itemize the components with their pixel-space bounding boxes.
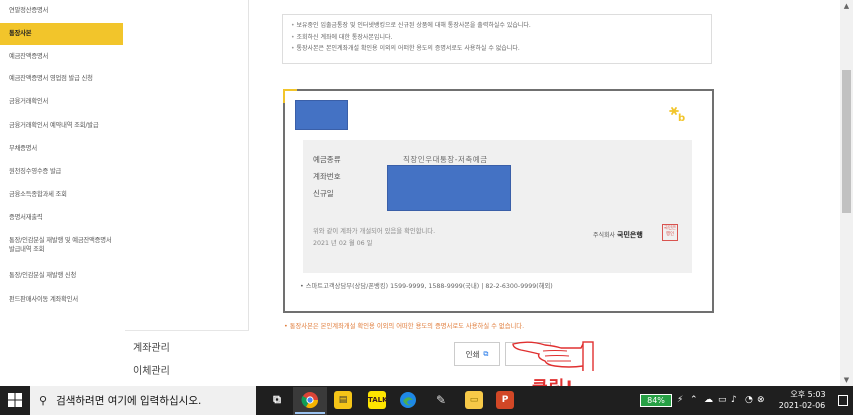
sidebar-divider [125, 330, 249, 331]
usage-warning: • 통장사본은 본인계좌개설 확인용 이외의 어떠한 용도의 증명서로도 사용하… [284, 323, 525, 330]
sidebar-item-transaction-confirmation[interactable]: 금융거래확인서 [0, 97, 123, 106]
search-placeholder: 검색하려면 여기에 입력하십시오. [56, 395, 202, 407]
chrome-icon[interactable] [301, 391, 319, 409]
account-type-value: 직장인우대통장-저축예금 [403, 155, 488, 164]
pointing-hand-icon [512, 341, 594, 373]
kakaotalk-icon[interactable]: TALK [368, 391, 388, 409]
notice-line: 통장사본은 본인계좌개설 확인용 이외의 어떠한 용도의 증명서로도 사용하실 … [291, 43, 703, 55]
sidebar-item-reissue-history[interactable]: 통장/인감분실 재발행 및 예금잔액증명서 발급내역 조회 [0, 236, 118, 254]
print-button-label: 인쇄 [465, 349, 480, 359]
scroll-down-icon[interactable]: ▼ [840, 374, 853, 386]
clock-date[interactable]: 2021-02-06 [771, 401, 833, 410]
svg-text:b: b [678, 113, 685, 124]
notice-line: 조회하신 계좌에 대한 통장사본입니다. [291, 32, 703, 44]
battery-indicator[interactable]: 84% [640, 394, 672, 407]
notice-box: 보유중인 입출금통장 및 인터넷뱅킹으로 신규된 상품에 대해 통장사본을 출력… [282, 14, 712, 64]
edge-icon[interactable] [399, 391, 417, 409]
bank-name: 주식회사 국민은행 [593, 230, 643, 240]
sidebar-item-withholding-receipt[interactable]: 원천징수영수증 발급 [0, 167, 123, 176]
sidebar-item-reprint[interactable]: 증명서재출력 [0, 213, 123, 222]
sidebar-item-branch-balance-request[interactable]: 예금잔액증명서 영업점 발급 신청 [0, 74, 123, 83]
kb-logo-icon: b [669, 107, 685, 124]
scroll-up-icon[interactable]: ▲ [840, 0, 853, 12]
sidebar-item-balance-certificate[interactable]: 예금잔액증명서 [0, 52, 123, 61]
opened-date-label: 신규일 [313, 189, 334, 198]
account-type-label: 예금종류 [313, 155, 341, 164]
sidebar-menu [125, 0, 249, 330]
sticky-notes-icon[interactable]: ▤ [334, 391, 352, 409]
plug-icon: ⚡ [677, 395, 684, 405]
cloud-icon[interactable]: ☁ [704, 395, 713, 405]
external-link-icon: ⧉ [483, 349, 489, 358]
wifi-icon[interactable]: ◔ [745, 395, 753, 405]
photos-icon[interactable]: ✎ [432, 391, 450, 409]
bank-seal-icon: 국민은행인 [662, 224, 678, 241]
scrollbar-thumb[interactable] [842, 70, 851, 213]
search-icon: ⚲ [39, 394, 48, 407]
sidebar-section-account[interactable]: 계좌관리 [133, 339, 170, 354]
bank-prefix: 주식회사 [593, 232, 616, 239]
tray-chevron-icon[interactable]: ⌃ [690, 395, 698, 405]
confirmation-text: 위와 같이 계좌가 개설되어 있음을 확인합니다. [313, 228, 436, 235]
account-number-label: 계좌번호 [313, 172, 341, 181]
contact-info: • 스마트고객상담부(상담/폰뱅킹) 1599-9999, 1588-9999(… [300, 283, 553, 290]
windows-start-icon[interactable] [8, 393, 22, 407]
powerpoint-icon[interactable]: P [496, 391, 514, 409]
clock-time[interactable]: 오후 5:03 [783, 389, 833, 400]
notice-line: 보유중인 입출금통장 및 인터넷뱅킹으로 신규된 상품에 대해 통장사본을 출력… [291, 20, 703, 32]
sidebar-section-transfer[interactable]: 이체관리 [133, 362, 170, 377]
print-button[interactable]: 인쇄 ⧉ [454, 342, 500, 366]
sidebar-item-tax-certificate[interactable]: 연말정산증명서 [0, 6, 123, 15]
task-view-icon[interactable]: ⧉ [268, 391, 286, 409]
volume-icon[interactable]: ♪ [731, 395, 737, 405]
sidebar-item-passbook-copy[interactable]: 통장사본 [0, 23, 123, 45]
network-icon[interactable]: ▭ [718, 395, 727, 405]
sidebar-item-reservation-lookup[interactable]: 금융거래확인서 예약내역 조회/발급 [0, 121, 123, 130]
sidebar-item-income-tax-lookup[interactable]: 금융소득종합과세 조회 [0, 190, 123, 199]
warning-text: 통장사본은 본인계좌개설 확인용 이외의 어떠한 용도의 증명서로도 사용하실 … [289, 323, 525, 330]
close-icon[interactable]: ⊗ [757, 395, 765, 405]
contact-text: 스마트고객상담부(상담/폰뱅킹) 1599-9999, 1588-9999(국내… [305, 283, 553, 290]
notification-icon[interactable] [838, 395, 848, 406]
bank-name-text: 국민은행 [617, 231, 643, 239]
active-app-indicator [295, 412, 325, 414]
sidebar-item-fund-transfer[interactable]: 펀드판매사이동 계좌확인서 [0, 295, 82, 304]
sidebar-item-reissue-request[interactable]: 통장/인감분실 재발행 신청 [0, 271, 123, 280]
confirmation-date: 2021 년 02 월 06 일 [313, 240, 373, 247]
sidebar-item-debt-certificate[interactable]: 부채증명서 [0, 144, 123, 153]
taskbar-search-box[interactable]: ⚲ 검색하려면 여기에 입력하십시오. [30, 386, 256, 415]
redacted-account-holder [295, 100, 348, 130]
file-explorer-icon[interactable]: ▭ [465, 391, 483, 409]
redacted-account-details [387, 165, 511, 211]
